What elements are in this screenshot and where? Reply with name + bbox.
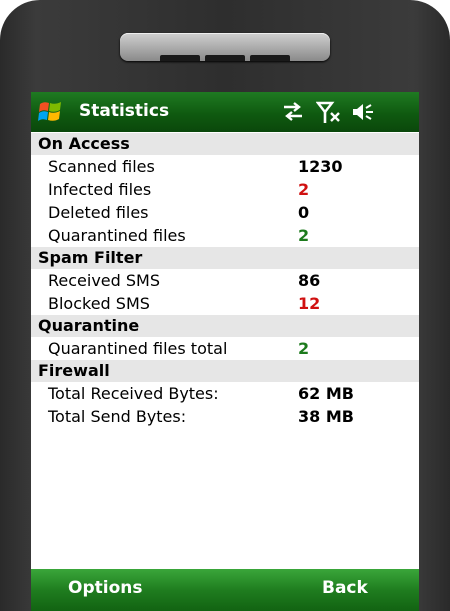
speaker-slot: [205, 55, 245, 61]
statistics-list: On Access Scanned files 1230 Infected fi…: [31, 133, 419, 428]
phone-frame: Statistics On Access Scanned files 1230 …: [0, 0, 450, 611]
row-deleted-files: Deleted files 0: [31, 201, 419, 224]
section-header-quarantine: Quarantine: [31, 315, 419, 337]
row-label: Blocked SMS: [48, 294, 150, 313]
speaker-slot: [160, 55, 200, 61]
row-total-received-bytes: Total Received Bytes: 62 MB: [31, 382, 419, 405]
row-blocked-sms: Blocked SMS 12: [31, 292, 419, 315]
speaker-slot: [250, 55, 290, 61]
soft-key-bar: Options Back: [31, 569, 419, 611]
row-value: 86: [298, 271, 321, 290]
row-value: 38 MB: [298, 407, 354, 426]
speaker-icon[interactable]: [351, 101, 377, 123]
row-value: 1230: [298, 157, 343, 176]
row-value: 62 MB: [298, 384, 354, 403]
windows-flag-icon[interactable]: [37, 99, 65, 125]
row-value: 2: [298, 339, 310, 358]
earpiece-speaker: [120, 33, 330, 61]
row-scanned-files: Scanned files 1230: [31, 155, 419, 178]
row-label: Total Received Bytes:: [48, 384, 219, 403]
row-label: Quarantined files total: [48, 339, 228, 358]
row-quarantined-files: Quarantined files 2: [31, 224, 419, 247]
no-signal-icon[interactable]: [315, 101, 342, 123]
row-value: 0: [298, 203, 310, 222]
row-value: 12: [298, 294, 321, 313]
section-header-on-access: On Access: [31, 133, 419, 155]
page-title: Statistics: [79, 101, 170, 121]
row-value: 2: [298, 180, 310, 199]
section-header-firewall: Firewall: [31, 360, 419, 382]
section-header-spam-filter: Spam Filter: [31, 247, 419, 269]
data-transfer-icon[interactable]: [281, 101, 305, 123]
options-button[interactable]: Options: [68, 578, 142, 598]
title-bar: Statistics: [31, 92, 419, 132]
row-infected-files: Infected files 2: [31, 178, 419, 201]
row-label: Deleted files: [48, 203, 149, 222]
row-value: 2: [298, 226, 310, 245]
row-label: Scanned files: [48, 157, 155, 176]
row-label: Infected files: [48, 180, 152, 199]
row-label: Total Send Bytes:: [48, 407, 187, 426]
back-button[interactable]: Back: [322, 578, 368, 598]
row-received-sms: Received SMS 86: [31, 269, 419, 292]
row-quarantined-total: Quarantined files total 2: [31, 337, 419, 360]
row-label: Received SMS: [48, 271, 160, 290]
row-total-send-bytes: Total Send Bytes: 38 MB: [31, 405, 419, 428]
row-label: Quarantined files: [48, 226, 186, 245]
screen: Statistics On Access Scanned files 1230 …: [31, 92, 419, 611]
